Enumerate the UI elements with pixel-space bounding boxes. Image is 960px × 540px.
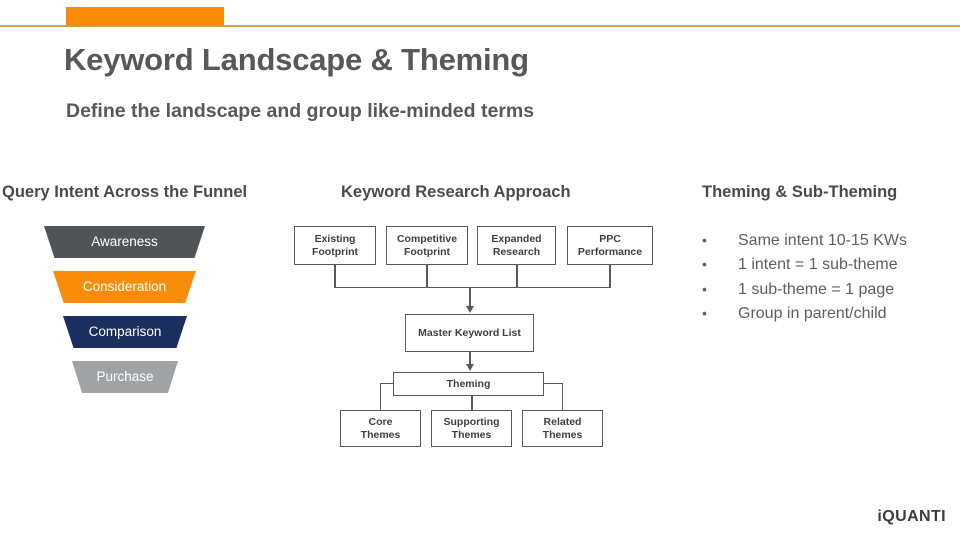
flow-box-supporting-themes: Supporting Themes <box>431 410 512 447</box>
connector-input-bus <box>334 287 610 289</box>
connector-expanded-drop <box>516 265 518 288</box>
flow-box-expanded-research: Expanded Research <box>477 226 556 265</box>
list-item-label: 1 sub-theme = 1 page <box>738 280 895 298</box>
section-heading-theming: Theming & Sub-Theming <box>702 183 898 201</box>
connector-theming-left-arm <box>380 383 394 385</box>
arrow-bus-to-master <box>465 306 474 313</box>
list-item: • Group in parent/child <box>702 302 952 326</box>
company-logo: iQUANTI <box>877 508 946 525</box>
list-item-label: Group in parent/child <box>738 304 887 322</box>
bullet-marker-icon: • <box>702 304 707 321</box>
connector-related-drop <box>562 383 564 410</box>
bullet-marker-icon: • <box>702 280 707 297</box>
list-item: • 1 intent = 1 sub-theme <box>702 253 952 277</box>
intent-funnel: Awareness Consideration Comparison Purch… <box>0 226 290 398</box>
page-subtitle: Define the landscape and group like-mind… <box>66 100 535 122</box>
flow-box-related-themes: Related Themes <box>522 410 603 447</box>
flow-box-core-themes: Core Themes <box>340 410 421 447</box>
funnel-stage-consideration: Consideration <box>53 271 196 303</box>
bullet-marker-icon: • <box>702 256 707 273</box>
flow-box-existing-footprint: Existing Footprint <box>294 226 376 265</box>
funnel-stage-purchase: Purchase <box>72 361 178 393</box>
header-accent-tab <box>66 7 224 26</box>
section-heading-funnel: Query Intent Across the Funnel <box>2 183 248 201</box>
keyword-research-flowchart: Existing Footprint Competitive Footprint E… <box>290 214 660 464</box>
connector-existing-drop <box>334 265 336 288</box>
connector-ppc-drop <box>609 265 611 288</box>
flow-box-master-keyword-list: Master Keyword List <box>405 314 534 352</box>
flow-box-theming: Theming <box>393 372 544 396</box>
bullet-marker-icon: • <box>702 232 707 248</box>
connector-core-drop <box>380 383 382 410</box>
connector-bus-to-master <box>469 287 471 307</box>
section-heading-flow: Keyword Research Approach <box>341 183 571 201</box>
list-item: • Same intent 10-15 KWs <box>702 229 952 253</box>
connector-supporting-drop <box>471 396 473 410</box>
connector-theming-right-arm <box>544 383 562 385</box>
arrow-master-to-theming <box>465 364 474 371</box>
flow-box-competitive-footprint: Competitive Footprint <box>386 226 468 265</box>
theming-bullet-list: • Same intent 10-15 KWs • 1 intent = 1 s… <box>702 229 952 326</box>
funnel-stage-comparison: Comparison <box>63 316 187 348</box>
page-title: Keyword Landscape & Theming <box>64 42 529 77</box>
list-item-label: 1 intent = 1 sub-theme <box>738 256 898 274</box>
funnel-stage-awareness: Awareness <box>44 226 205 258</box>
list-item-label: Same intent 10-15 KWs <box>738 232 907 249</box>
flow-box-ppc-performance: PPC Performance <box>567 226 653 265</box>
connector-competitive-drop <box>426 265 428 288</box>
list-item: • 1 sub-theme = 1 page <box>702 278 952 302</box>
